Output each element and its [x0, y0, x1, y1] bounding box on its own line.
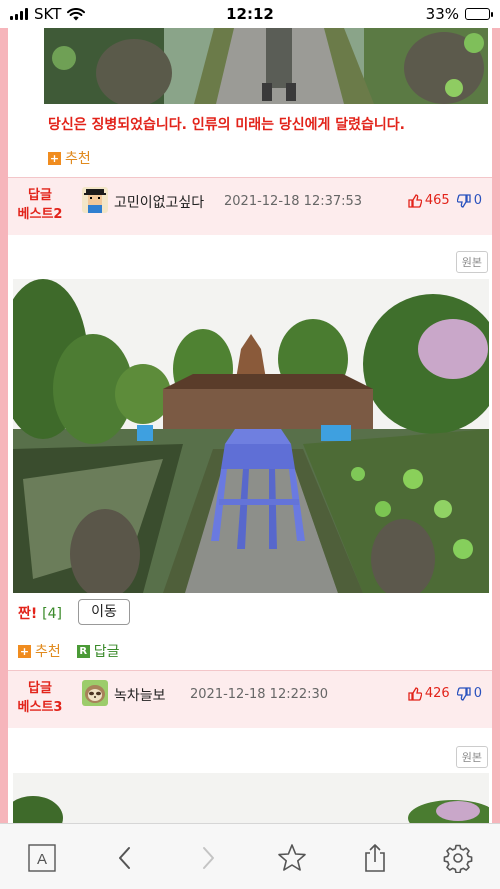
pixel-person-icon[interactable] — [82, 187, 108, 213]
post-image-top[interactable] — [44, 28, 488, 104]
upvote-count: 465 — [424, 193, 450, 208]
badge-line1: 답글 — [28, 681, 52, 696]
best-badge: 답글 베스트2 — [14, 186, 66, 224]
jjan-text: 짠! — [18, 606, 38, 622]
bookmark-star-icon — [277, 844, 306, 871]
plus-icon: + — [18, 644, 31, 658]
recommend-label: 추천 — [65, 151, 91, 167]
browser-toolbar: A — [0, 823, 500, 889]
badge-line2: 베스트3 — [17, 700, 63, 715]
reply-image-partial[interactable] — [13, 773, 489, 823]
recommend-button[interactable]: + 추천 — [48, 148, 91, 168]
battery-percent: 33% — [425, 5, 459, 23]
thumbs-up-icon[interactable] — [408, 193, 422, 208]
reply-image-temple-stool[interactable] — [13, 279, 489, 593]
downvote-count: 0 — [473, 686, 482, 701]
forward-button[interactable] — [188, 840, 228, 876]
thumbs-down-icon[interactable] — [456, 686, 471, 701]
plus-icon: + — [48, 151, 61, 165]
reply-button[interactable]: R 답글 — [76, 641, 120, 661]
back-button[interactable] — [105, 840, 145, 876]
back-icon — [118, 847, 130, 869]
settings-gear-icon — [443, 844, 473, 873]
forward-icon — [203, 847, 215, 869]
reply-header-best2: 답글 베스트2 고민이없고싶다 2021-12-18 12:37:53 465 — [8, 177, 492, 235]
original-image-button[interactable]: 원본 — [455, 251, 488, 273]
badge-line1: 답글 — [28, 188, 52, 203]
carrier-label: SKT — [34, 5, 62, 23]
downvote-count: 0 — [473, 193, 482, 208]
jjan-label: 짠! [4] — [18, 603, 62, 623]
best-badge: 답글 베스트3 — [14, 679, 66, 717]
share-button[interactable] — [355, 840, 395, 876]
recommend-button[interactable]: + 추천 — [18, 641, 61, 661]
reply-date: 2021-12-18 12:22:30 — [190, 687, 329, 702]
reply-nickname[interactable]: 녹차늘보 — [114, 685, 166, 705]
screen: SKT 12:12 33% 당신은 징병되었습니다. 인류의 미래는 당신에게 … — [0, 0, 500, 889]
reader-button[interactable]: A — [22, 840, 62, 876]
settings-button[interactable] — [438, 840, 478, 876]
left-pink-rail — [0, 28, 8, 823]
reply-label: 답글 — [93, 644, 120, 660]
thumbs-down-icon[interactable] — [456, 193, 471, 208]
original-image-button[interactable]: 원본 — [455, 746, 488, 768]
reply-actions: + 추천 R 답글 — [18, 641, 120, 661]
sloth-icon[interactable] — [82, 680, 108, 706]
cell-signal-icon — [10, 8, 28, 20]
reply-header-best3: 답글 베스트3 녹차늘보 2021-12-18 12:22:30 426 0 — [8, 670, 492, 728]
status-left: SKT — [10, 5, 86, 23]
reply-date: 2021-12-18 12:37:53 — [224, 194, 363, 209]
reply-nickname[interactable]: 고민이없고싶다 — [114, 192, 204, 212]
page-content[interactable]: 당신은 징병되었습니다. 인류의 미래는 당신에게 달렸습니다. + 추천 답글… — [0, 28, 500, 823]
battery-icon — [465, 8, 493, 20]
post-actions: + 추천 — [48, 148, 91, 168]
reader-label: A — [37, 851, 47, 868]
wifi-icon — [67, 7, 86, 20]
status-bar: SKT 12:12 33% — [0, 0, 500, 28]
reply-r-icon: R — [76, 644, 90, 658]
recommend-label: 추천 — [35, 644, 61, 660]
vote-counts: 465 0 — [408, 193, 482, 208]
status-right: 33% — [425, 5, 493, 23]
upvote-count: 426 — [424, 686, 450, 701]
share-icon — [365, 844, 385, 872]
jjan-count: [4] — [42, 606, 62, 622]
reader-icon: A — [27, 844, 56, 872]
vote-counts: 426 0 — [408, 686, 482, 701]
right-pink-rail — [492, 28, 500, 823]
bookmark-button[interactable] — [272, 840, 312, 876]
move-button[interactable]: 이동 — [78, 599, 130, 625]
badge-line2: 베스트2 — [17, 207, 63, 222]
post-caption: 당신은 징병되었습니다. 인류의 미래는 당신에게 달렸습니다. — [48, 117, 406, 133]
thumbs-up-icon[interactable] — [408, 686, 422, 701]
